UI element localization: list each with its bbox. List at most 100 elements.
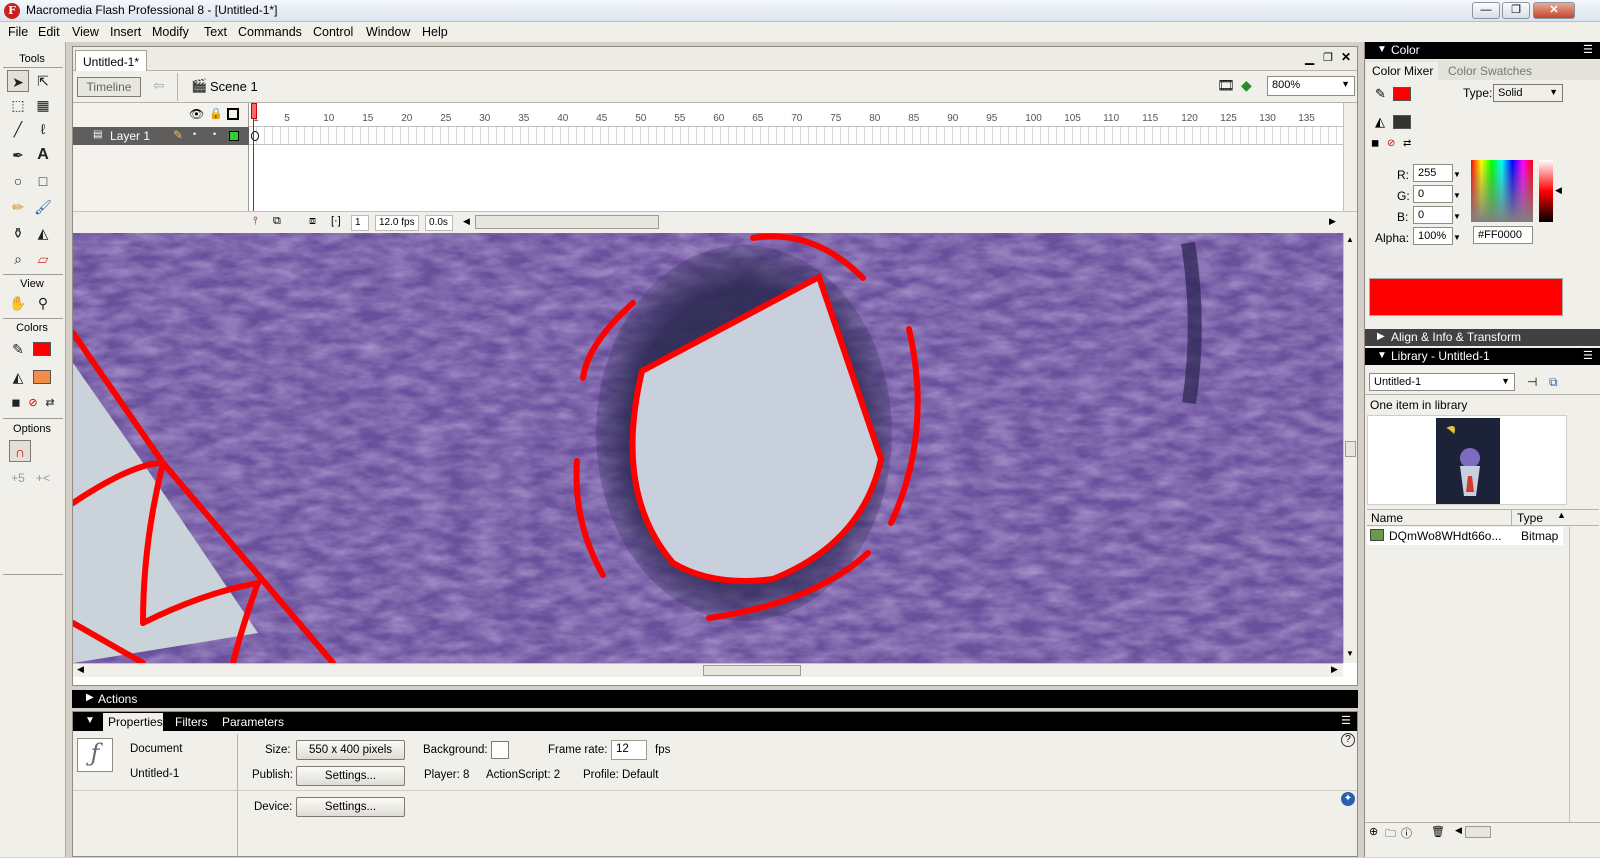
sort-icon[interactable]: ▲ xyxy=(1557,510,1566,520)
panel-menu-icon[interactable]: ☰ xyxy=(1341,714,1351,727)
fill-color-swatch[interactable] xyxy=(1393,115,1411,129)
scroll-right-icon[interactable]: ▶ xyxy=(1329,216,1336,227)
col-type[interactable]: Type xyxy=(1517,511,1543,525)
menu-control[interactable]: Control xyxy=(313,25,353,39)
color-panel-header[interactable]: ▼ Color ☰ xyxy=(1365,42,1600,59)
library-panel-header[interactable]: ▼ Library - Untitled-1 ☰ xyxy=(1365,348,1600,365)
edit-scene-icon[interactable]: 🎞 xyxy=(1217,77,1235,94)
eye-icon[interactable]: 👁 xyxy=(189,107,204,121)
minimize-button[interactable]: — xyxy=(1472,2,1500,19)
frame-row[interactable] xyxy=(249,127,1343,145)
size-button[interactable]: 550 x 400 pixels xyxy=(296,740,405,760)
fill-bucket-icon[interactable]: ◭ xyxy=(7,366,29,388)
rectangle-tool-icon[interactable]: □ xyxy=(32,170,54,192)
new-library-icon[interactable]: ⧉ xyxy=(1549,375,1558,390)
type-select[interactable]: Solid ▼ xyxy=(1493,84,1563,102)
delete-icon[interactable]: 🗑 xyxy=(1431,825,1445,838)
onion-outline-icon[interactable]: ⧈ xyxy=(309,215,316,228)
no-color-icon[interactable]: ⊘ xyxy=(1387,138,1395,149)
selection-tool-icon[interactable]: ➤ xyxy=(7,70,29,92)
pencil-tool-icon[interactable]: ✏ xyxy=(7,196,29,218)
scroll-left-icon[interactable]: ◀ xyxy=(1455,825,1462,836)
lock-icon[interactable]: 🔒 xyxy=(209,107,223,120)
hscroll-thumb[interactable] xyxy=(703,665,801,676)
publish-settings-button[interactable]: Settings... xyxy=(296,766,405,786)
document-tab[interactable]: Untitled-1* xyxy=(75,50,147,71)
zoom-select[interactable]: 800% ▼ xyxy=(1267,76,1355,96)
alpha-input[interactable]: 100% xyxy=(1413,227,1453,245)
menu-text[interactable]: Text xyxy=(204,25,227,39)
doc-close-icon[interactable]: ✕ xyxy=(1341,50,1351,64)
tab-color-mixer[interactable]: Color Mixer xyxy=(1372,64,1433,78)
line-tool-icon[interactable]: ╱ xyxy=(7,118,29,140)
playhead[interactable] xyxy=(251,103,257,119)
zoom-tool-icon[interactable]: ⚲ xyxy=(32,292,54,314)
stage-canvas[interactable] xyxy=(73,233,1343,663)
menu-edit[interactable]: Edit xyxy=(38,25,60,39)
timeline-hscroll-thumb[interactable] xyxy=(475,215,659,229)
straighten-icon[interactable]: +< xyxy=(32,467,54,489)
tab-parameters[interactable]: Parameters xyxy=(222,715,284,729)
r-input[interactable]: 255 xyxy=(1413,164,1453,182)
scroll-up-icon[interactable]: ▲ xyxy=(1346,235,1354,244)
swap-colors-icon[interactable]: ⇄ xyxy=(39,392,61,414)
color-spectrum[interactable] xyxy=(1471,160,1533,222)
lasso-tool-icon[interactable]: ℓ xyxy=(32,118,54,140)
menu-window[interactable]: Window xyxy=(366,25,410,39)
library-vscroll[interactable] xyxy=(1569,527,1583,837)
oval-tool-icon[interactable]: ○ xyxy=(7,170,29,192)
new-symbol-icon[interactable]: ⊕ xyxy=(1369,825,1378,838)
tab-filters[interactable]: Filters xyxy=(175,715,208,729)
stage-hscroll[interactable]: ◀ ▶ xyxy=(73,663,1343,677)
hscroll-left-icon[interactable]: ◀ xyxy=(77,664,84,675)
free-transform-tool-icon[interactable]: ⬚ xyxy=(7,94,29,116)
outline-icon[interactable] xyxy=(227,108,239,120)
brush-tool-icon[interactable]: 🖌 xyxy=(32,196,54,218)
tab-properties[interactable]: Properties xyxy=(108,715,163,729)
snap-magnet-icon[interactable]: ∩ xyxy=(9,440,31,462)
new-folder-icon[interactable]: 🗀 xyxy=(1385,825,1396,844)
hscroll-right-icon[interactable]: ▶ xyxy=(1331,664,1338,675)
tab-color-swatches[interactable]: Color Swatches xyxy=(1448,64,1532,78)
paint-bucket-tool-icon[interactable]: ◭ xyxy=(32,222,54,244)
fill-bucket-icon[interactable]: ◭ xyxy=(1375,114,1385,130)
onion-skin-icon[interactable]: ⧉ xyxy=(273,215,281,228)
menu-insert[interactable]: Insert xyxy=(110,25,141,39)
center-frame-icon[interactable]: ⫯ xyxy=(253,215,258,228)
actions-panel-header[interactable]: ▶ Actions xyxy=(72,690,1358,708)
edit-symbols-icon[interactable]: ◆ xyxy=(1241,77,1252,94)
background-color-swatch[interactable] xyxy=(491,741,509,759)
doc-restore-icon[interactable]: ❐ xyxy=(1323,51,1333,64)
hand-tool-icon[interactable]: ✋ xyxy=(7,292,29,314)
ink-bottle-tool-icon[interactable]: ⚱ xyxy=(7,222,29,244)
eraser-tool-icon[interactable]: ▱ xyxy=(32,248,54,270)
accessibility-icon[interactable]: ✦ xyxy=(1341,792,1355,806)
close-button[interactable]: ✕ xyxy=(1533,2,1575,19)
library-hscroll-thumb[interactable] xyxy=(1465,826,1491,838)
pin-library-icon[interactable]: ⊣ xyxy=(1527,375,1537,389)
panel-menu-icon[interactable]: ☰ xyxy=(1583,349,1593,362)
align-panel-header[interactable]: ▶ Align & Info & Transform xyxy=(1365,329,1600,346)
stroke-color-swatch[interactable] xyxy=(1393,87,1411,101)
layer-row[interactable]: ▤ Layer 1 ✎ • • xyxy=(73,127,249,145)
col-name[interactable]: Name xyxy=(1371,511,1403,525)
text-tool-icon[interactable]: A xyxy=(32,144,54,166)
pen-tool-icon[interactable]: ✒ xyxy=(7,144,29,166)
restore-button[interactable]: ❐ xyxy=(1502,2,1530,19)
default-colors-icon[interactable]: ◼ xyxy=(1371,138,1379,149)
brightness-slider[interactable] xyxy=(1539,160,1553,222)
panel-menu-icon[interactable]: ☰ xyxy=(1583,43,1593,56)
collapse-arrow-icon[interactable]: ▼ xyxy=(85,715,95,726)
swap-colors-icon[interactable]: ⇄ xyxy=(1403,138,1411,149)
smooth-icon[interactable]: +5 xyxy=(7,467,29,489)
menu-help[interactable]: Help xyxy=(422,25,448,39)
frame-rate-input[interactable]: 12 xyxy=(611,740,647,760)
scroll-left-icon[interactable]: ◀ xyxy=(463,216,470,227)
edit-multiple-icon[interactable]: [·] xyxy=(331,215,341,227)
help-icon[interactable]: ? xyxy=(1341,733,1355,747)
device-settings-button[interactable]: Settings... xyxy=(296,797,405,817)
vscroll-thumb[interactable] xyxy=(1345,441,1356,457)
properties-icon[interactable]: ⓘ xyxy=(1401,825,1412,841)
menu-file[interactable]: File xyxy=(8,25,28,39)
hex-input[interactable]: #FF0000 xyxy=(1473,226,1533,244)
